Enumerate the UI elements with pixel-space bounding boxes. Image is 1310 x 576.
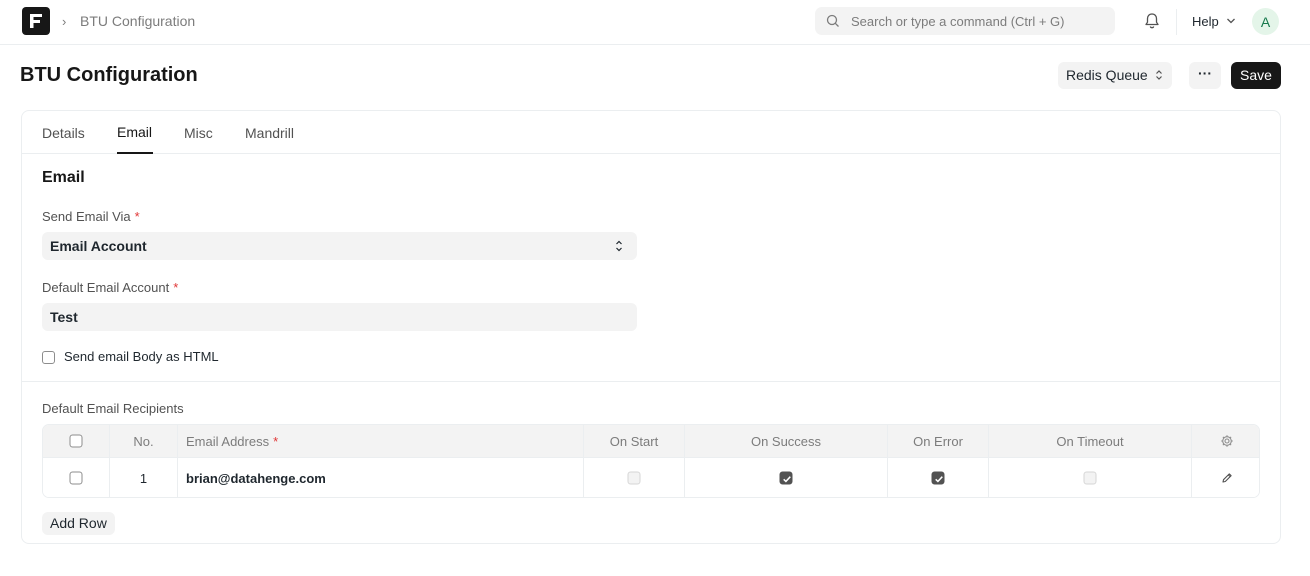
on-start-checkbox[interactable] xyxy=(627,471,641,485)
on-timeout-checkbox[interactable] xyxy=(1083,471,1097,485)
required-asterisk: * xyxy=(273,434,279,449)
section-divider xyxy=(22,381,1280,382)
queue-select-button[interactable]: Redis Queue xyxy=(1058,62,1172,89)
send-via-label: Send Email Via * xyxy=(42,209,140,224)
send-via-value: Email Account xyxy=(50,238,147,254)
checkmark-icon xyxy=(935,476,943,483)
default-account-value: Test xyxy=(50,309,78,325)
header-on-error: On Error xyxy=(888,425,989,457)
active-tab-indicator xyxy=(117,152,153,154)
notification-bell-icon[interactable] xyxy=(1144,12,1160,30)
row-on-timeout-cell xyxy=(989,458,1192,497)
row-on-start-cell xyxy=(584,458,685,497)
user-avatar[interactable]: A xyxy=(1252,8,1279,35)
select-all-checkbox[interactable] xyxy=(69,434,83,448)
row-no: 1 xyxy=(139,471,148,486)
form-tabs: Details Email Misc Mandrill xyxy=(22,111,1280,154)
select-updown-icon xyxy=(616,240,622,252)
more-actions-button[interactable]: ··· xyxy=(1189,62,1221,89)
header-on-error-label: On Error xyxy=(913,434,963,449)
checkbox-box[interactable] xyxy=(42,351,55,365)
edit-pencil-icon[interactable] xyxy=(1221,472,1233,484)
on-error-checkbox[interactable] xyxy=(931,471,945,485)
header-settings xyxy=(1192,425,1259,457)
save-button[interactable]: Save xyxy=(1231,62,1281,89)
queue-select-label: Redis Queue xyxy=(1066,67,1148,83)
header-on-success-label: On Success xyxy=(750,434,822,449)
select-all-cell xyxy=(43,425,110,457)
header-no: No. xyxy=(110,425,178,457)
default-account-label: Default Email Account * xyxy=(42,280,178,295)
required-asterisk: * xyxy=(173,280,179,295)
search-bar[interactable]: Search or type a command (Ctrl + G) xyxy=(815,7,1115,35)
header-on-start: On Start xyxy=(584,425,685,457)
chevron-down-icon[interactable] xyxy=(1226,17,1236,25)
app-logo[interactable] xyxy=(22,7,50,35)
header-on-success: On Success xyxy=(685,425,888,457)
default-account-label-text: Default Email Account xyxy=(42,280,170,295)
search-placeholder: Search or type a command (Ctrl + G) xyxy=(851,14,1065,29)
on-success-checkbox[interactable] xyxy=(779,471,793,485)
table-row[interactable]: 1 brian@datahenge.com xyxy=(43,458,1259,497)
breadcrumb-doctype[interactable]: BTU Configuration xyxy=(80,13,195,29)
tab-mandrill[interactable]: Mandrill xyxy=(245,125,294,141)
row-on-error-cell xyxy=(888,458,989,497)
html-body-checkbox[interactable] xyxy=(42,349,55,365)
frappe-logo-icon xyxy=(30,14,42,28)
section-title: Email xyxy=(42,169,85,186)
header-email: Email Address * xyxy=(178,425,584,457)
select-updown-icon xyxy=(1155,70,1162,80)
required-asterisk: * xyxy=(134,209,140,224)
header-email-label: Email Address xyxy=(186,434,270,449)
row-no-cell: 1 xyxy=(110,458,178,497)
row-edit-cell xyxy=(1192,458,1259,497)
help-menu[interactable]: Help xyxy=(1192,14,1219,29)
row-select-cell xyxy=(43,458,110,497)
header-on-timeout-label: On Timeout xyxy=(1056,434,1124,449)
send-via-select[interactable]: Email Account xyxy=(42,232,637,260)
default-account-input[interactable]: Test xyxy=(42,303,637,331)
tab-email[interactable]: Email xyxy=(117,124,152,140)
search-icon xyxy=(826,14,839,27)
html-body-label[interactable]: Send email Body as HTML xyxy=(64,349,219,364)
header-no-label: No. xyxy=(133,434,154,449)
table-header: No. Email Address * On Start On Success O… xyxy=(43,425,1259,458)
breadcrumb-chevron-icon: › xyxy=(62,14,67,29)
add-row-button[interactable]: Add Row xyxy=(42,512,115,535)
row-email[interactable]: brian@datahenge.com xyxy=(178,471,583,486)
recipients-table: No. Email Address * On Start On Success O… xyxy=(42,424,1260,498)
row-on-success-cell xyxy=(685,458,888,497)
send-via-label-text: Send Email Via xyxy=(42,209,131,224)
tab-misc[interactable]: Misc xyxy=(184,125,213,141)
header-on-start-label: On Start xyxy=(609,434,659,449)
checkmark-icon xyxy=(783,476,791,483)
row-select-checkbox[interactable] xyxy=(69,471,83,485)
recipients-label: Default Email Recipients xyxy=(42,401,184,416)
page-title: BTU Configuration xyxy=(20,64,198,86)
gear-icon[interactable] xyxy=(1220,434,1234,448)
row-email-cell[interactable]: brian@datahenge.com xyxy=(178,458,584,497)
navbar-divider xyxy=(1176,9,1177,35)
form-card: Details Email Misc Mandrill Email Send E… xyxy=(21,110,1281,544)
header-on-timeout: On Timeout xyxy=(989,425,1192,457)
tab-details[interactable]: Details xyxy=(42,125,85,141)
navbar: › BTU Configuration Search or type a com… xyxy=(0,0,1310,45)
